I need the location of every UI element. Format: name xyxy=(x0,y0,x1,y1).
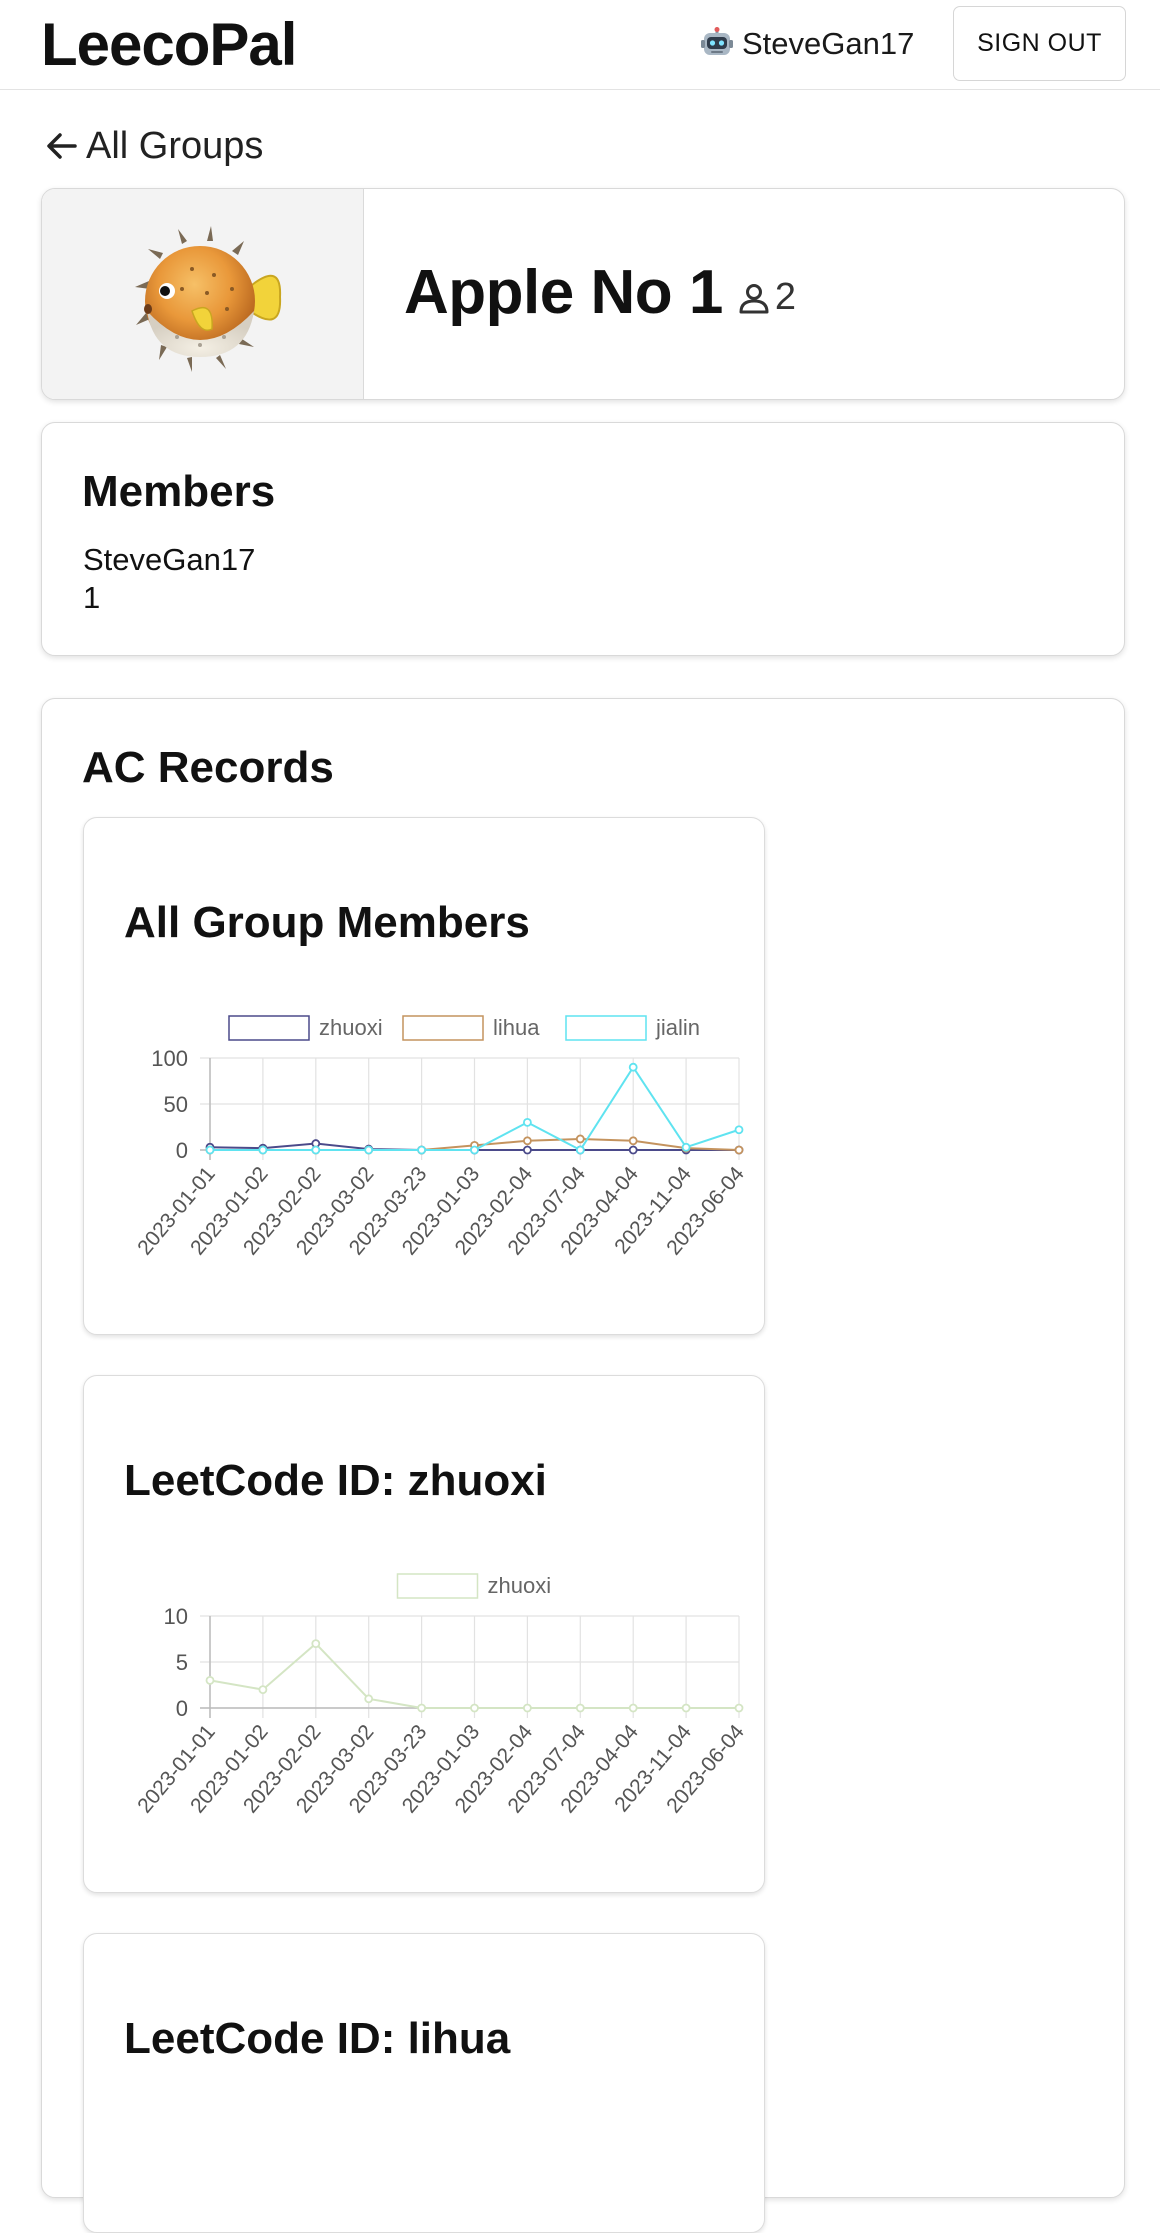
all-members-line-chart: zhuoxi lihua jialin0501002023-01-012023-01… xyxy=(133,1015,749,1260)
ac-records-title: AC Records xyxy=(82,743,334,792)
legend-label: jialin xyxy=(655,1015,700,1040)
person-icon xyxy=(739,283,769,313)
legend-swatch xyxy=(228,1015,310,1041)
member-list: SteveGan17 1 xyxy=(83,541,255,617)
data-point xyxy=(522,1703,532,1713)
legend-label: zhuoxi xyxy=(488,1573,552,1598)
data-point xyxy=(734,1703,744,1713)
pufferfish-icon xyxy=(135,226,282,372)
y-tick-label: 10 xyxy=(164,1604,188,1629)
back-to-groups-link[interactable]: All Groups xyxy=(44,118,263,174)
member-count-badge: 2 xyxy=(737,276,796,319)
brand-logo[interactable]: LeecoPal xyxy=(41,10,297,79)
data-point xyxy=(522,1136,532,1146)
legend-label: zhuoxi xyxy=(319,1015,383,1040)
username: SteveGan17 xyxy=(742,26,915,61)
data-point xyxy=(575,1145,585,1155)
data-point xyxy=(681,1703,691,1713)
data-point xyxy=(628,1062,638,1072)
zhuoxi-line-chart: zhuoxi05102023-01-012023-01-022023-02-02… xyxy=(133,1573,749,1818)
arrow-left-icon xyxy=(47,133,77,159)
data-point xyxy=(417,1145,427,1155)
data-point xyxy=(311,1639,321,1649)
data-point xyxy=(628,1703,638,1713)
data-point xyxy=(734,1125,744,1135)
data-point xyxy=(311,1145,321,1155)
group-title: Apple No 1 2 xyxy=(404,257,796,328)
legend-label: lihua xyxy=(493,1015,540,1040)
y-tick-label: 0 xyxy=(176,1696,188,1721)
chart-card-lihua: LeetCode ID: lihua xyxy=(83,1933,765,2233)
group-name: Apple No 1 xyxy=(404,258,723,327)
member-item: 1 xyxy=(83,580,101,615)
data-point xyxy=(205,1675,215,1685)
data-point xyxy=(575,1703,585,1713)
data-point xyxy=(575,1134,585,1144)
sign-out-button[interactable]: SIGN OUT xyxy=(953,6,1126,81)
top-bar: LeecoPal SteveGan17 SIGN OUT xyxy=(0,0,1160,90)
data-point xyxy=(681,1142,691,1152)
data-point xyxy=(470,1145,479,1155)
data-point xyxy=(258,1145,268,1155)
members-title: Members xyxy=(82,467,276,516)
data-point xyxy=(628,1145,638,1155)
data-point xyxy=(364,1145,374,1155)
y-tick-label: 100 xyxy=(151,1046,188,1071)
legend-swatch xyxy=(396,1573,479,1599)
chart-card-all-members: All Group Members zhuoxi lihua jialin 0 50 10… xyxy=(83,817,765,1335)
data-point xyxy=(417,1703,427,1713)
member-count-value: 2 xyxy=(774,276,796,318)
group-avatar-pane xyxy=(42,189,364,399)
y-tick-label: 50 xyxy=(164,1092,188,1117)
chart-card-zhuoxi: LeetCode ID: zhuoxi zhuoxi 0 5 10 2023-01-01… xyxy=(83,1375,765,1893)
data-point xyxy=(258,1685,268,1695)
user-menu[interactable]: SteveGan17 xyxy=(700,22,914,66)
data-point xyxy=(522,1145,532,1155)
legend-swatch xyxy=(402,1015,484,1041)
data-point xyxy=(470,1703,479,1713)
y-tick-label: 0 xyxy=(176,1138,188,1163)
data-point xyxy=(522,1117,532,1127)
member-item: SteveGan17 xyxy=(83,542,256,577)
chart-title: LeetCode ID: lihua xyxy=(124,2014,511,2063)
ac-records-card: AC Records All Group Members zhuoxi lihua… xyxy=(41,698,1125,2233)
robot-icon xyxy=(701,27,733,55)
data-point xyxy=(628,1136,638,1146)
data-point xyxy=(734,1145,744,1155)
y-tick-label: 5 xyxy=(176,1650,188,1675)
back-link-label: All Groups xyxy=(86,124,264,167)
data-point xyxy=(205,1145,215,1155)
group-header-card: Apple No 1 2 xyxy=(41,188,1125,400)
members-card: Members SteveGan17 1 xyxy=(41,422,1125,656)
legend-swatch xyxy=(565,1015,647,1041)
data-point xyxy=(364,1694,374,1704)
